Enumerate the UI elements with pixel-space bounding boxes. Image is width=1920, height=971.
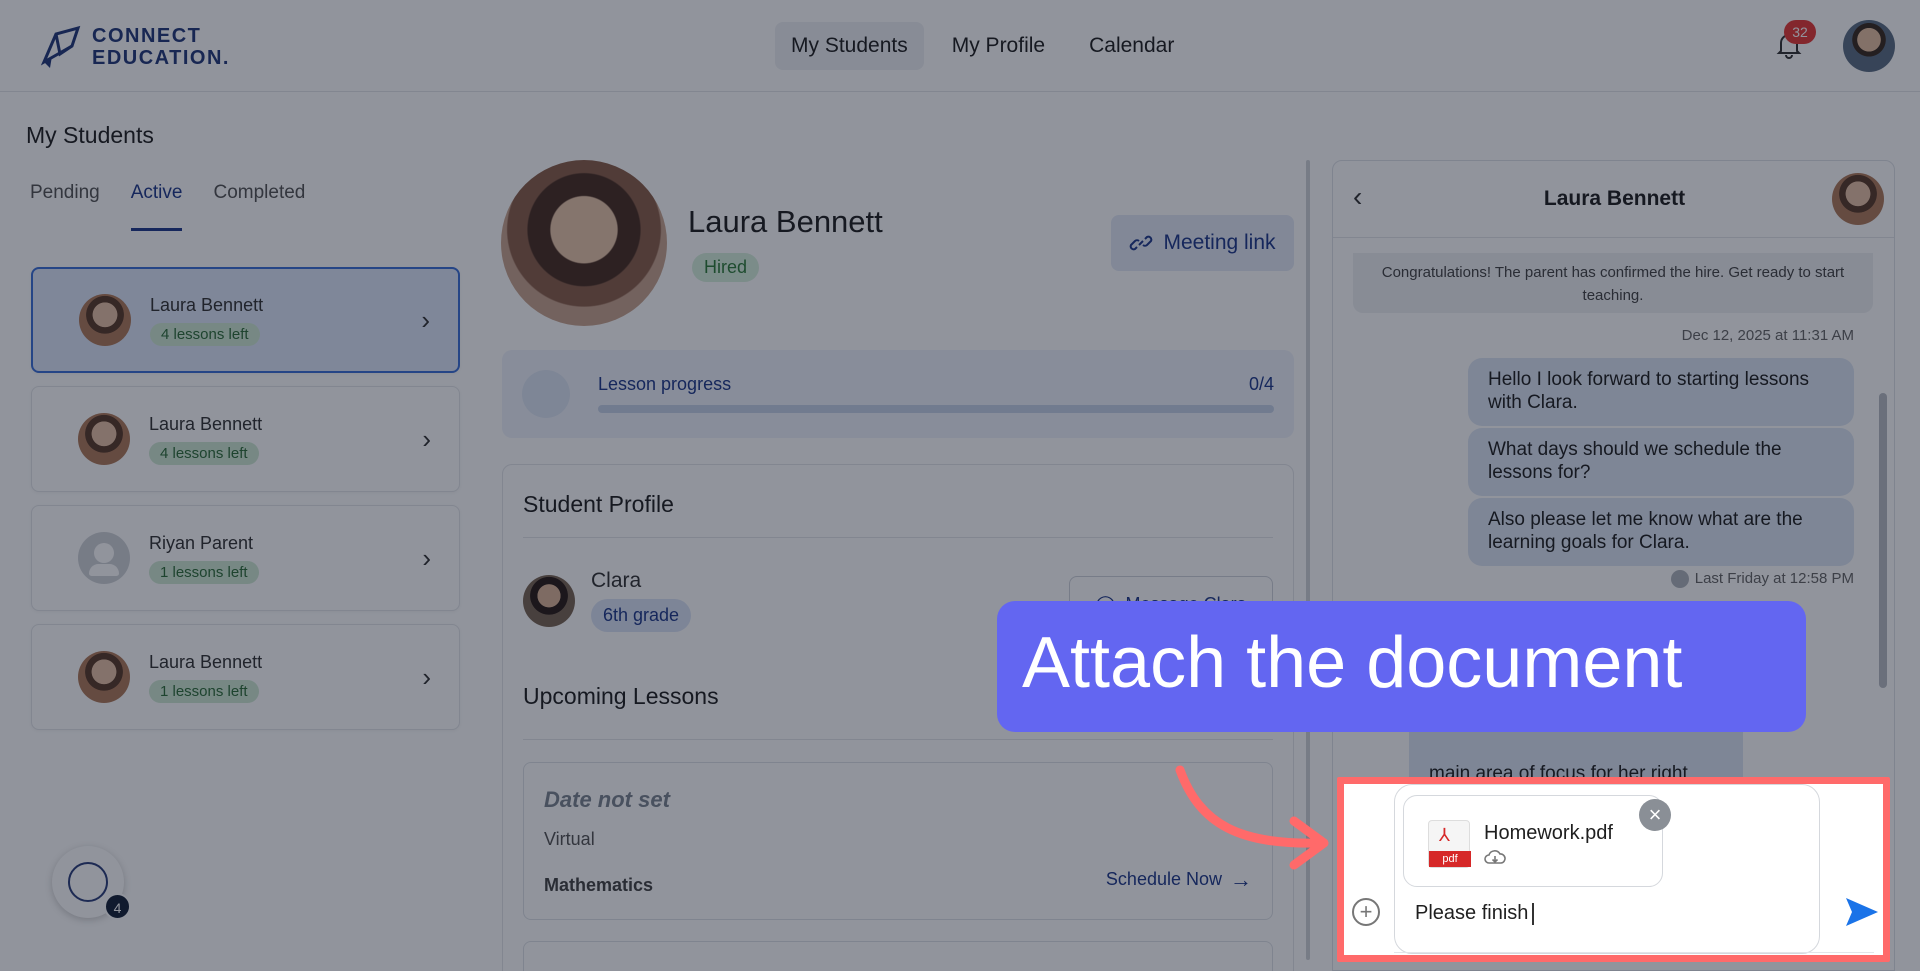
nav-calendar[interactable]: Calendar [1073,22,1190,70]
tab-completed[interactable]: Completed [213,182,305,231]
user-avatar[interactable] [1843,20,1895,72]
progress-label: Lesson progress [598,374,732,394]
message-composer-highlight: ⅄ pdf Homework.pdf × Please finish + [1337,777,1890,962]
tab-pending[interactable]: Pending [30,182,100,231]
composer-input-box[interactable]: ⅄ pdf Homework.pdf × Please finish [1394,784,1820,954]
read-receipt-icon [1670,570,1689,589]
logo-text: CONNECT EDUCATION. [92,25,230,69]
check-circle-icon [522,370,570,418]
default-avatar-icon [78,532,130,584]
student-avatar [78,413,130,465]
chat-title: Laura Bennett [1543,187,1686,210]
student-card[interactable]: Laura Bennett 4 lessons left › [31,386,460,492]
chat-bubble: Also please let me know what are the lea… [1468,498,1854,566]
main-nav: My Students My Profile Calendar [775,22,1190,70]
fab-badge: 4 [104,893,131,920]
chat-scrollbar[interactable] [1879,393,1887,688]
student-profile-title: Student Profile [523,491,674,517]
remove-attachment-button[interactable]: × [1639,799,1671,831]
chat-bubble: Hello I look forward to starting lessons… [1468,358,1854,426]
student-card[interactable]: Riyan Parent 1 lessons left › [31,505,460,611]
logo-mark-icon [40,25,81,68]
student-card[interactable]: Laura Bennett 4 lessons left › [31,267,460,373]
chevron-right-icon: › [422,661,431,692]
pdf-label: pdf [1429,851,1471,867]
curved-arrow-icon [1175,765,1329,870]
lesson-subject: Mathematics [544,875,654,895]
divider [523,537,1273,538]
send-icon[interactable] [1842,892,1882,932]
progress-count: 0/4 [1248,374,1274,394]
chevron-right-icon: › [421,304,430,335]
system-message: Congratulations! The parent has confirme… [1353,253,1873,313]
chevron-right-icon: › [422,542,431,573]
progress-bar [598,405,1274,413]
student-avatar [79,294,131,346]
acrobat-glyph-icon: ⅄ [1439,825,1450,845]
lessons-left-badge: 4 lessons left [149,441,259,465]
student-tabs: Pending Active Completed [30,182,305,231]
chat-header: ‹ Laura Bennett [1333,161,1894,238]
logo-mark-icon [68,862,108,902]
timestamp-text: Last Friday at 12:58 PM [1694,570,1854,587]
student-name: Riyan Parent [149,532,254,553]
lesson-date: Date not set [544,787,670,812]
logo-line-2: EDUCATION. [92,47,230,69]
logo-line-1: CONNECT [92,25,202,47]
chat-avatar [1832,173,1884,225]
lesson-card: Date not set Virtual Mathematics Schedul… [523,762,1273,920]
student-name: Laura Bennett [149,413,263,434]
chat-bubble: What days should we schedule the lessons… [1468,428,1854,496]
message-timestamp: Last Friday at 12:58 PM [1670,570,1854,589]
text-caret [1532,902,1535,925]
tab-active[interactable]: Active [130,182,183,231]
message-input[interactable]: Please finish [1415,902,1535,925]
upcoming-lessons-title: Upcoming Lessons [523,683,719,709]
divider [523,739,1273,740]
lesson-type: Virtual [544,829,595,849]
divider [1394,952,1874,953]
pdf-file-icon: ⅄ pdf [1428,820,1471,868]
student-avatar [78,651,130,703]
cloud-download-icon[interactable] [1484,850,1506,866]
page-title: My Students [26,122,154,148]
link-icon [1130,235,1153,251]
notification-badge: 32 [1784,20,1816,44]
top-header: CONNECT EDUCATION. My Students My Profil… [0,0,1920,92]
child-photo [523,575,575,627]
profile-name: Laura Bennett [688,204,883,239]
add-attachment-button[interactable]: + [1352,898,1380,926]
student-card[interactable]: Laura Bennett 1 lessons left › [31,624,460,730]
nav-my-profile[interactable]: My Profile [936,22,1061,70]
tutorial-callout: Attach the document [997,601,1806,732]
student-name: Laura Bennett [149,651,263,672]
student-name: Laura Bennett [150,294,264,315]
message-input-text: Please finish [1415,902,1529,924]
meeting-link-label: Meeting link [1163,231,1276,254]
meeting-link-button[interactable]: Meeting link [1111,215,1294,271]
connect-education-logo[interactable]: CONNECT EDUCATION. [38,24,230,70]
lessons-left-badge: 1 lessons left [149,679,259,703]
lessons-left-badge: 1 lessons left [149,560,259,584]
lesson-card [523,941,1273,971]
chevron-right-icon: › [422,423,431,454]
lesson-progress-card: Lesson progress 0/4 [502,350,1294,438]
attachment-name: Homework.pdf [1484,822,1613,844]
message-timestamp: Dec 12, 2025 at 11:31 AM [1681,327,1854,344]
child-name: Clara [591,569,642,592]
attachment-chip[interactable]: ⅄ pdf Homework.pdf × [1403,795,1671,887]
grade-badge: 6th grade [591,599,692,632]
lessons-left-badge: 4 lessons left [150,322,260,346]
nav-my-students[interactable]: My Students [775,22,924,70]
profile-photo [501,160,667,326]
status-badge: Hired [692,253,760,282]
